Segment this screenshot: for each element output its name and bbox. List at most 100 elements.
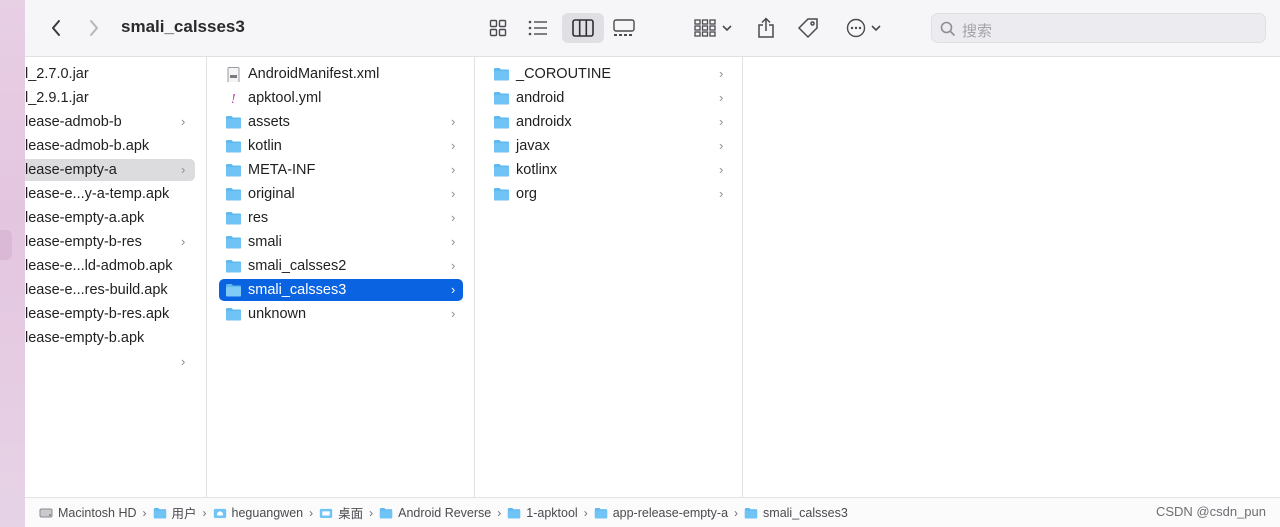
folder-icon [494, 140, 509, 153]
svg-text:!: ! [231, 92, 236, 105]
list-item[interactable]: lease-empty-b.apk [25, 327, 195, 349]
path-item[interactable]: 用户 [153, 503, 197, 522]
list-item[interactable]: kotlinx › [487, 159, 731, 181]
list-item[interactable]: original › [219, 183, 463, 205]
path-separator: › [734, 505, 739, 520]
path-item[interactable]: Android Reverse [379, 506, 491, 520]
list-item[interactable]: META-INF › [219, 159, 463, 181]
file-name: javax [516, 138, 550, 154]
path-item-label: 1-apktool [526, 505, 578, 520]
file-name: lease-e...y-a-temp.apk [25, 186, 170, 202]
icon-view-icon [489, 19, 507, 37]
list-item[interactable]: l_2.9.1.jar [25, 87, 195, 109]
path-item[interactable]: 桌面 [319, 503, 363, 522]
chevron-right-icon: › [451, 114, 456, 129]
column-1[interactable]: l_2.7.0.jar l_2.9.1.jar lease-admob-b › l… [25, 57, 207, 497]
list-item[interactable]: assets › [219, 111, 463, 133]
path-item[interactable]: Macintosh HD [39, 506, 137, 520]
path-item-label: Android Reverse [398, 505, 492, 520]
path-item[interactable]: heguangwen [213, 506, 303, 520]
list-item[interactable]: res › [219, 207, 463, 229]
desktop-folder-icon [319, 508, 333, 518]
list-item[interactable]: lease-admob-b.apk [25, 135, 195, 157]
list-item[interactable]: lease-admob-b › [25, 111, 195, 133]
file-name: lease-empty-b.apk [25, 330, 145, 346]
list-item[interactable]: l_2.7.0.jar [25, 63, 195, 85]
chevron-right-icon: › [451, 234, 456, 249]
group-button[interactable] [691, 14, 735, 42]
column-view-button[interactable] [562, 13, 604, 43]
path-item[interactable]: app-release-empty-a [594, 506, 728, 520]
list-item[interactable]: lease-empty-b-res › [25, 231, 195, 253]
icon-view-button[interactable] [483, 14, 513, 42]
list-item[interactable]: smali_calsses2 › [219, 255, 463, 277]
file-name: lease-e...res-build.apk [25, 282, 168, 298]
folder-icon [226, 284, 241, 297]
column-view-icon [572, 19, 594, 37]
list-item[interactable]: javax › [487, 135, 731, 157]
folder-icon [494, 164, 509, 177]
desktop-edge [0, 0, 25, 527]
list-item[interactable]: ! apktool.yml [219, 87, 463, 109]
file-name: lease-admob-b [25, 114, 122, 130]
list-item[interactable]: lease-e...ld-admob.apk [25, 255, 195, 277]
file-name: apktool.yml [248, 90, 322, 106]
file-name: lease-admob-b.apk [25, 138, 150, 154]
column-3[interactable]: _COROUTINE › android › androidx › javax › ko… [475, 57, 743, 497]
file-name: lease-empty-b-res.apk [25, 306, 170, 322]
column-4-empty[interactable] [743, 57, 1280, 497]
folder-icon [508, 507, 521, 518]
path-separator: › [583, 505, 588, 520]
list-item[interactable]: org › [487, 183, 731, 205]
path-item[interactable]: smali_calsses3 [744, 506, 848, 520]
file-name: AndroidManifest.xml [248, 66, 380, 82]
chevron-right-icon: › [719, 66, 724, 81]
back-button[interactable] [43, 14, 69, 42]
list-item[interactable]: androidx › [487, 111, 731, 133]
folder-icon [494, 68, 509, 81]
chevron-right-icon: › [451, 138, 456, 153]
list-item[interactable]: lease-e...res-build.apk [25, 279, 195, 301]
file-name: res [248, 210, 269, 226]
search-field[interactable]: 搜索 [931, 13, 1266, 43]
chevron-right-icon: › [181, 354, 186, 369]
list-item[interactable]: lease-empty-b-res.apk [25, 303, 195, 325]
file-name: unknown [248, 306, 307, 322]
path-item-label: Macintosh HD [58, 505, 137, 520]
toolbar: smali_calsses3 搜索 [25, 0, 1280, 57]
file-name: lease-e...ld-admob.apk [25, 258, 173, 274]
tag-button[interactable] [793, 13, 823, 43]
file-name: org [516, 186, 537, 202]
more-button[interactable] [841, 14, 885, 42]
chevron-left-icon [52, 20, 60, 36]
file-name: smali_calsses2 [248, 258, 347, 274]
xml-file-icon [227, 67, 240, 82]
list-item[interactable]: _COROUTINE › [487, 63, 731, 85]
list-item[interactable]: smali › [219, 231, 463, 253]
column-2[interactable]: AndroidManifest.xml ! apktool.yml assets… [207, 57, 475, 497]
folder-icon [494, 92, 509, 105]
folder-icon [226, 140, 241, 153]
search-icon [940, 21, 956, 37]
list-item[interactable]: kotlin › [219, 135, 463, 157]
group-icon [694, 19, 716, 37]
chevron-right-icon: › [451, 162, 456, 177]
chevron-right-icon: › [451, 210, 456, 225]
path-item[interactable]: 1-apktool [507, 505, 578, 520]
forward-button[interactable] [81, 14, 107, 42]
list-item[interactable]: android › [487, 87, 731, 109]
list-item[interactable]: lease-empty-a.apk [25, 207, 195, 229]
path-separator: › [497, 505, 502, 520]
list-item[interactable]: AndroidManifest.xml [219, 63, 463, 85]
gallery-view-button[interactable] [609, 14, 639, 42]
folder-icon [226, 308, 241, 321]
list-item[interactable]: unknown › [219, 303, 463, 325]
list-view-button[interactable] [523, 14, 553, 42]
chevron-right-icon: › [451, 306, 456, 321]
list-item[interactable]: lease-e...y-a-temp.apk [25, 183, 195, 205]
list-item-selected[interactable]: smali_calsses3 › [219, 279, 463, 301]
list-item[interactable]: › [25, 351, 195, 373]
list-item-selected[interactable]: lease-empty-a › [25, 159, 195, 181]
share-button[interactable] [752, 13, 780, 43]
chevron-right-icon: › [451, 186, 456, 201]
